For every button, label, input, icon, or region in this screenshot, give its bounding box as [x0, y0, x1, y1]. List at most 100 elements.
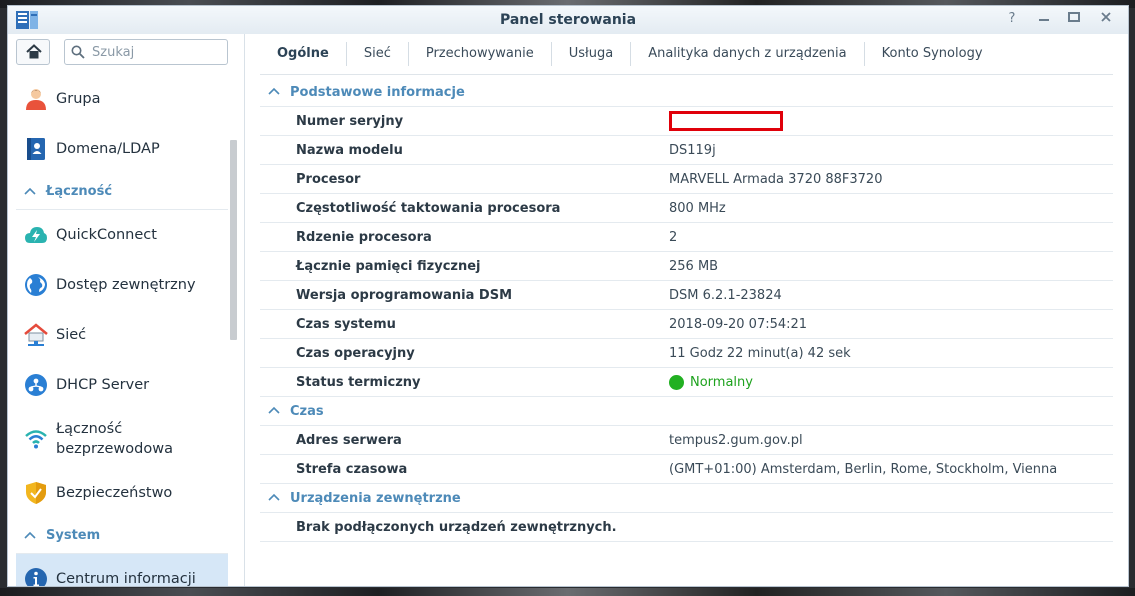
shield-icon [26, 482, 46, 504]
window-title: Panel sterowania [499, 12, 637, 28]
home-button[interactable] [16, 39, 50, 65]
sidebar-item-wireless[interactable]: Łączność bezprzewodowa [16, 410, 228, 468]
chevron-up-icon [268, 406, 280, 414]
sidebar-item-label: Domena/LDAP [56, 141, 160, 157]
row-key: Wersja oprogramowania DSM [296, 287, 513, 303]
tab-general[interactable]: Ogólne [260, 42, 347, 66]
row-key: Strefa czasowa [296, 461, 408, 477]
sidebar-item-label: Centrum informacji [56, 571, 196, 587]
section-external-devices[interactable]: Urządzenia zewnętrzne [260, 484, 1113, 513]
row-key: Nazwa modelu [296, 142, 403, 158]
sidebar-item-label: Bezpieczeństwo [56, 485, 173, 501]
sidebar-item-network[interactable]: Sieć [16, 310, 228, 360]
sidebar-item-label: Grupa [56, 91, 101, 107]
sidebar-item-label: DHCP Server [56, 377, 150, 393]
info-row-time-zone: Strefa czasowa (GMT+01:00) Amsterdam, Be… [260, 455, 1113, 484]
row-key: Numer seryjny [296, 113, 404, 129]
row-value: Normalny [669, 374, 753, 390]
control-panel-window: Panel sterowania ? Szukaj Grupa Domena/L… [7, 5, 1129, 587]
minimize-icon[interactable] [1036, 11, 1052, 27]
info-row-serial: Numer seryjny [260, 107, 1113, 136]
row-value: MARVELL Armada 3720 88F3720 [669, 171, 883, 187]
info-row-no-external-devices: Brak podłączonych urządzeń zewnętrznych. [260, 513, 1113, 542]
row-key: Częstotliwość taktowania procesora [296, 200, 561, 216]
sidebar-section-system[interactable]: System [16, 518, 228, 554]
row-value: tempus2.gum.gov.pl [669, 432, 803, 448]
row-key: Status termiczny [296, 374, 421, 390]
info-row-dsm-version: Wersja oprogramowania DSM DSM 6.2.1-2382… [260, 281, 1113, 310]
row-key: Adres serwera [296, 432, 402, 448]
wifi-icon [25, 430, 47, 449]
section-label: Łączność [46, 184, 113, 199]
sidebar-item-external-access[interactable]: Dostęp zewnętrzny [16, 260, 228, 310]
sidebar-item-info-center[interactable]: Centrum informacji [16, 554, 228, 587]
row-key: Czas systemu [296, 316, 396, 332]
tab-bar: Ogólne Sieć Przechowywanie Usługa Analit… [260, 34, 1113, 75]
search-input[interactable] [92, 42, 222, 62]
domain-ldap-icon [27, 138, 45, 160]
chevron-up-icon [268, 493, 280, 501]
row-value [669, 111, 783, 131]
row-value: (GMT+01:00) Amsterdam, Berlin, Rome, Sto… [669, 461, 1058, 477]
section-label: System [46, 528, 101, 543]
row-key: Czas operacyjny [296, 345, 415, 361]
tab-service[interactable]: Usługa [552, 42, 632, 66]
sidebar-item-label: QuickConnect [56, 227, 157, 243]
section-basic-info[interactable]: Podstawowe informacje [260, 78, 1113, 107]
row-value: 2 [669, 229, 678, 245]
row-value: DSM 6.2.1-23824 [669, 287, 782, 303]
title-bar[interactable]: Panel sterowania ? [8, 6, 1128, 34]
row-value: 2018-09-20 07:54:21 [669, 316, 808, 332]
sidebar-item-dhcp-server[interactable]: DHCP Server [16, 360, 228, 410]
row-key: Procesor [296, 171, 361, 187]
info-icon [25, 568, 47, 586]
section-time[interactable]: Czas [260, 397, 1113, 426]
row-value: 800 MHz [669, 200, 726, 216]
sidebar: Grupa Domena/LDAP Łączność [8, 34, 245, 586]
row-key: Rdzenie procesora [296, 229, 432, 245]
tab-network[interactable]: Sieć [347, 42, 409, 66]
row-key: Łącznie pamięci fizycznej [296, 258, 481, 274]
info-row-system-time: Czas systemu 2018-09-20 07:54:21 [260, 310, 1113, 339]
close-icon[interactable] [1098, 11, 1114, 27]
maximize-icon[interactable] [1066, 11, 1082, 27]
info-row-server-address: Adres serwera tempus2.gum.gov.pl [260, 426, 1113, 455]
sidebar-scrollbar[interactable] [230, 140, 237, 340]
sidebar-item-label: Sieć [56, 327, 87, 343]
row-value: 256 MB [669, 258, 719, 274]
sidebar-item-security[interactable]: Bezpieczeństwo [16, 468, 228, 518]
help-icon[interactable]: ? [1004, 11, 1020, 27]
home-icon [26, 44, 42, 59]
info-row-model: Nazwa modelu DS119j [260, 136, 1113, 165]
sidebar-section-connectivity[interactable]: Łączność [16, 174, 228, 210]
chevron-up-icon [268, 87, 280, 95]
search-icon [71, 45, 85, 59]
info-content: Podstawowe informacje Numer seryjny Nazw… [260, 78, 1113, 542]
info-row-cpu: Procesor MARVELL Armada 3720 88F3720 [260, 165, 1113, 194]
info-row-cpu-clock: Częstotliwość taktowania procesora 800 M… [260, 194, 1113, 223]
sidebar-item-domain-ldap[interactable]: Domena/LDAP [16, 124, 228, 174]
tab-storage[interactable]: Przechowywanie [409, 42, 552, 66]
section-title: Podstawowe informacje [290, 84, 465, 100]
status-ok-icon [669, 374, 684, 390]
info-row-memory: Łącznie pamięci fizycznej 256 MB [260, 252, 1113, 281]
info-row-cpu-cores: Rdzenie procesora 2 [260, 223, 1113, 252]
main-content: Ogólne Sieć Przechowywanie Usługa Analit… [245, 34, 1128, 586]
tab-device-analytics[interactable]: Analityka danych z urządzenia [631, 42, 865, 66]
quickconnect-icon [25, 227, 47, 243]
info-row-uptime: Czas operacyjny 11 Godz 22 minut(a) 42 s… [260, 339, 1113, 368]
search-box[interactable] [64, 39, 228, 65]
group-icon [26, 89, 46, 110]
serial-redaction-box [669, 111, 783, 131]
sidebar-item-quickconnect[interactable]: QuickConnect [16, 210, 228, 260]
dhcp-icon [25, 374, 47, 396]
sidebar-item-group[interactable]: Grupa [16, 74, 228, 124]
tab-synology-account[interactable]: Konto Synology [865, 42, 1000, 66]
row-value: DS119j [669, 142, 716, 158]
row-value: 11 Godz 22 minut(a) 42 sek [669, 345, 851, 361]
sidebar-item-label: Dostęp zewnętrzny [56, 277, 196, 293]
section-title: Czas [290, 403, 324, 419]
section-title: Urządzenia zewnętrzne [290, 490, 461, 506]
chevron-up-icon [24, 531, 36, 539]
sidebar-item-label: Łączność bezprzewodowa [56, 421, 173, 457]
